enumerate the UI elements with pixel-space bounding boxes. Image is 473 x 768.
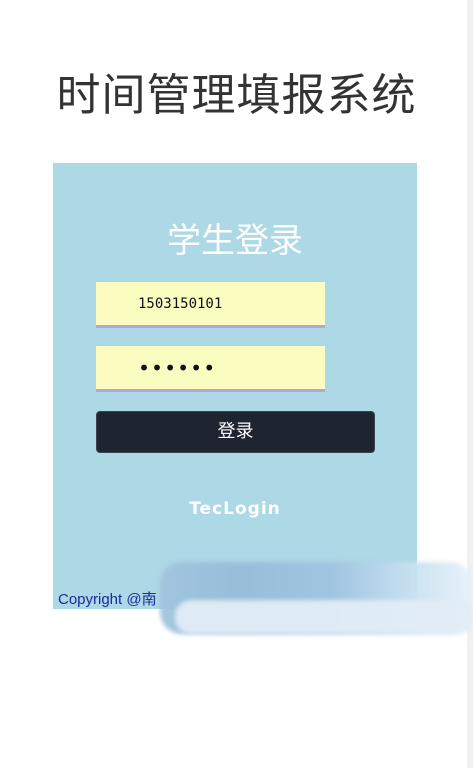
login-title: 学生登录 <box>167 221 303 261</box>
login-button[interactable]: 登录 <box>96 411 375 453</box>
page: 时间管理填报系统 学生登录 登录 TecLogin Copyright @南 <box>0 0 473 768</box>
copyright-text: Copyright @南 <box>58 591 157 608</box>
teacher-login-link[interactable]: TecLogin <box>53 499 417 519</box>
redaction-blur-lower <box>175 600 473 634</box>
password-input[interactable] <box>96 346 325 392</box>
app-title: 时间管理填报系统 <box>56 70 417 121</box>
login-panel: 学生登录 登录 TecLogin <box>53 163 417 609</box>
username-input[interactable] <box>96 282 325 328</box>
